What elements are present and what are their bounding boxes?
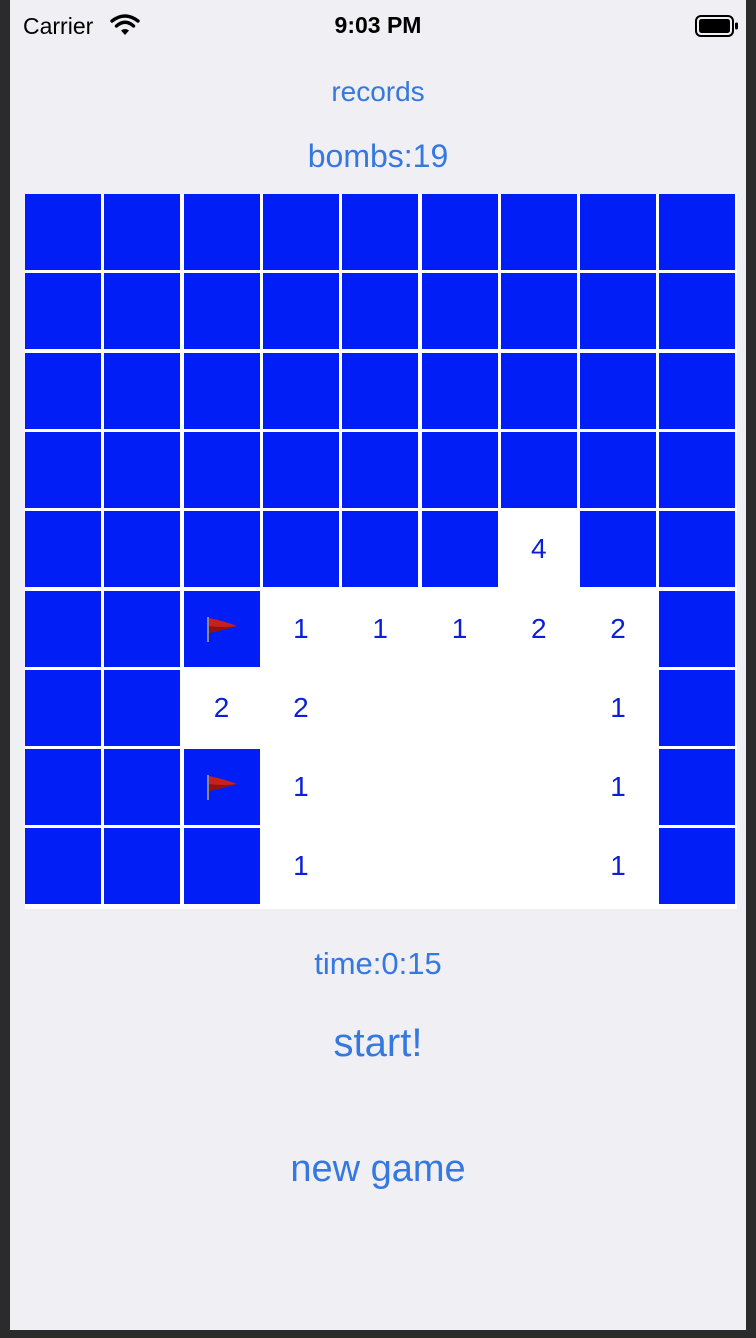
- covered-cell[interactable]: [104, 352, 181, 429]
- covered-cell[interactable]: [421, 273, 498, 350]
- app-screen: Carrier 9:03 PM records bombs:19 4111222…: [10, 0, 746, 1330]
- covered-cell[interactable]: [659, 352, 736, 429]
- covered-cell[interactable]: [262, 194, 339, 270]
- covered-cell[interactable]: [104, 669, 181, 746]
- covered-cell[interactable]: [659, 431, 736, 508]
- new-game-button[interactable]: new game: [10, 1144, 746, 1194]
- number-cell[interactable]: 4: [500, 511, 577, 588]
- covered-cell[interactable]: [25, 669, 101, 746]
- bombs-counter: bombs:19: [307, 138, 449, 174]
- covered-cell[interactable]: [25, 828, 101, 905]
- status-bar: Carrier 9:03 PM: [10, 0, 746, 54]
- number-cell[interactable]: 1: [262, 828, 339, 905]
- covered-cell[interactable]: [421, 352, 498, 429]
- covered-cell[interactable]: [262, 273, 339, 350]
- covered-cell[interactable]: [104, 431, 181, 508]
- number-cell[interactable]: 1: [262, 590, 339, 667]
- covered-cell[interactable]: [659, 511, 736, 588]
- empty-cell[interactable]: [421, 669, 498, 746]
- covered-cell[interactable]: [183, 828, 260, 905]
- covered-cell[interactable]: [342, 273, 419, 350]
- covered-cell[interactable]: [183, 273, 260, 350]
- covered-cell[interactable]: [659, 194, 736, 270]
- records-button[interactable]: records: [10, 72, 746, 112]
- covered-cell[interactable]: [104, 749, 181, 826]
- covered-cell[interactable]: [104, 511, 181, 588]
- number-cell[interactable]: 1: [342, 590, 419, 667]
- covered-cell[interactable]: [659, 669, 736, 746]
- covered-cell[interactable]: [104, 828, 181, 905]
- empty-cell[interactable]: [421, 749, 498, 826]
- covered-cell[interactable]: [342, 431, 419, 508]
- covered-cell[interactable]: [421, 431, 498, 508]
- covered-cell[interactable]: [183, 431, 260, 508]
- covered-cell[interactable]: [500, 194, 577, 270]
- covered-cell[interactable]: [342, 194, 419, 270]
- empty-cell[interactable]: [421, 828, 498, 905]
- covered-cell[interactable]: [262, 511, 339, 588]
- covered-cell[interactable]: [104, 273, 181, 350]
- start-button[interactable]: start!: [10, 1018, 746, 1068]
- covered-cell[interactable]: [659, 273, 736, 350]
- minesweeper-board: 4111222211111: [25, 194, 737, 909]
- number-cell[interactable]: 2: [580, 590, 657, 667]
- empty-cell[interactable]: [500, 669, 577, 746]
- flagged-cell[interactable]: [183, 749, 260, 826]
- covered-cell[interactable]: [580, 352, 657, 429]
- empty-cell[interactable]: [342, 669, 419, 746]
- number-cell[interactable]: 2: [262, 669, 339, 746]
- battery-icon: [695, 15, 738, 37]
- number-cell[interactable]: 1: [421, 590, 498, 667]
- covered-cell[interactable]: [262, 431, 339, 508]
- covered-cell[interactable]: [183, 194, 260, 270]
- number-cell[interactable]: 1: [580, 749, 657, 826]
- flagged-cell[interactable]: [183, 590, 260, 667]
- number-cell[interactable]: 2: [183, 669, 260, 746]
- number-cell[interactable]: 1: [262, 749, 339, 826]
- covered-cell[interactable]: [25, 431, 101, 508]
- covered-cell[interactable]: [25, 194, 101, 270]
- covered-cell[interactable]: [25, 273, 101, 350]
- covered-cell[interactable]: [421, 194, 498, 270]
- covered-cell[interactable]: [104, 194, 181, 270]
- covered-cell[interactable]: [580, 273, 657, 350]
- status-time: 9:03 PM: [334, 12, 422, 38]
- covered-cell[interactable]: [580, 194, 657, 270]
- covered-cell[interactable]: [183, 352, 260, 429]
- empty-cell[interactable]: [342, 828, 419, 905]
- time-counter: time:0:15: [314, 946, 442, 981]
- covered-cell[interactable]: [421, 511, 498, 588]
- flag-icon: [206, 616, 237, 642]
- covered-cell[interactable]: [25, 352, 101, 429]
- covered-cell[interactable]: [104, 590, 181, 667]
- covered-cell[interactable]: [500, 431, 577, 508]
- covered-cell[interactable]: [659, 749, 736, 826]
- covered-cell[interactable]: [25, 590, 101, 667]
- covered-cell[interactable]: [25, 511, 101, 588]
- covered-cell[interactable]: [500, 273, 577, 350]
- covered-cell[interactable]: [342, 511, 419, 588]
- empty-cell[interactable]: [500, 828, 577, 905]
- empty-cell[interactable]: [500, 749, 577, 826]
- covered-cell[interactable]: [183, 511, 260, 588]
- covered-cell[interactable]: [659, 828, 736, 905]
- covered-cell[interactable]: [342, 352, 419, 429]
- covered-cell[interactable]: [659, 590, 736, 667]
- number-cell[interactable]: 2: [500, 590, 577, 667]
- covered-cell[interactable]: [580, 511, 657, 588]
- covered-cell[interactable]: [262, 352, 339, 429]
- covered-cell[interactable]: [25, 749, 101, 826]
- number-cell[interactable]: 1: [580, 828, 657, 905]
- flag-icon: [206, 775, 237, 801]
- covered-cell[interactable]: [580, 431, 657, 508]
- covered-cell[interactable]: [500, 352, 577, 429]
- empty-cell[interactable]: [342, 749, 419, 826]
- number-cell[interactable]: 1: [580, 669, 657, 746]
